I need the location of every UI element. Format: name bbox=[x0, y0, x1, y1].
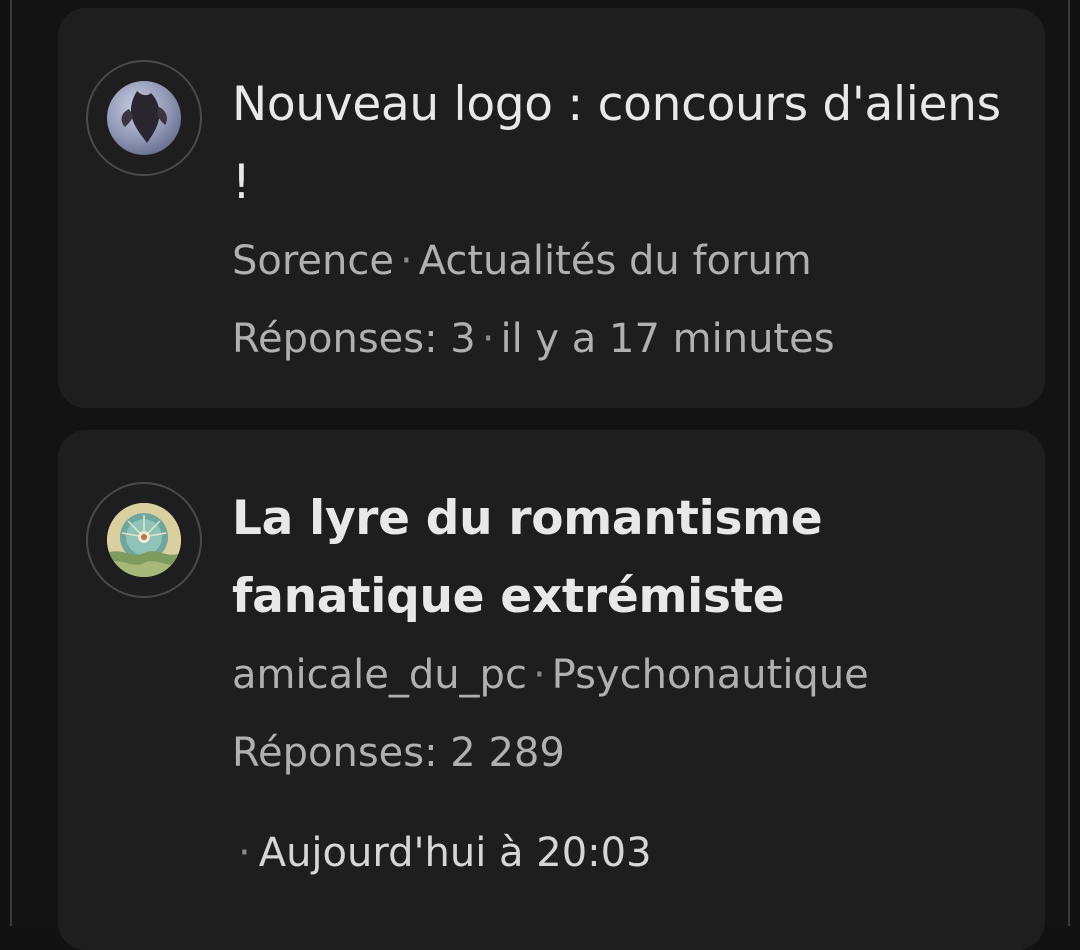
thread-author[interactable]: amicale_du_pc bbox=[232, 652, 527, 698]
thread-author[interactable]: Sorence bbox=[232, 238, 394, 284]
thread-title[interactable]: La lyre du romantisme fanatique extrémis… bbox=[232, 480, 1015, 636]
thread-replies-time: Réponses: 3 · il y a 17 minutes bbox=[232, 300, 1015, 378]
meta-separator: · bbox=[481, 316, 495, 362]
thread-last-activity: · Aujourd'hui à 20:03 bbox=[238, 830, 652, 876]
thread-list-frame: Nouveau logo : concours d'aliens ! Soren… bbox=[10, 0, 1070, 950]
thread-replies: Réponses: 3 bbox=[232, 316, 476, 362]
meta-separator: · bbox=[238, 830, 251, 876]
thread-time: Aujourd'hui à 20:03 bbox=[258, 830, 652, 876]
thread-author-forum: amicale_du_pc · Psychonautique bbox=[232, 636, 1015, 714]
thread-forum[interactable]: Actualités du forum bbox=[419, 238, 812, 284]
thread-card[interactable]: La lyre du romantisme fanatique extrémis… bbox=[58, 430, 1045, 950]
author-avatar-ring[interactable] bbox=[86, 60, 202, 176]
art-nouveau-avatar-icon[interactable] bbox=[107, 503, 181, 577]
thread-card[interactable]: Nouveau logo : concours d'aliens ! Soren… bbox=[58, 8, 1045, 408]
thread-forum[interactable]: Psychonautique bbox=[552, 652, 869, 698]
author-avatar-ring[interactable] bbox=[86, 482, 202, 598]
thread-replies: Réponses: 2 289 bbox=[232, 730, 565, 776]
thread-title[interactable]: Nouveau logo : concours d'aliens ! bbox=[232, 66, 1015, 222]
thread-time: il y a 17 minutes bbox=[500, 316, 835, 362]
meta-separator: · bbox=[532, 652, 546, 698]
meta-separator: · bbox=[400, 238, 413, 284]
bat-avatar-icon[interactable] bbox=[107, 81, 181, 155]
thread-author-forum: Sorence · Actualités du forum bbox=[232, 222, 1015, 300]
thread-content: La lyre du romantisme fanatique extrémis… bbox=[232, 480, 1015, 792]
thread-content: Nouveau logo : concours d'aliens ! Soren… bbox=[232, 66, 1015, 378]
